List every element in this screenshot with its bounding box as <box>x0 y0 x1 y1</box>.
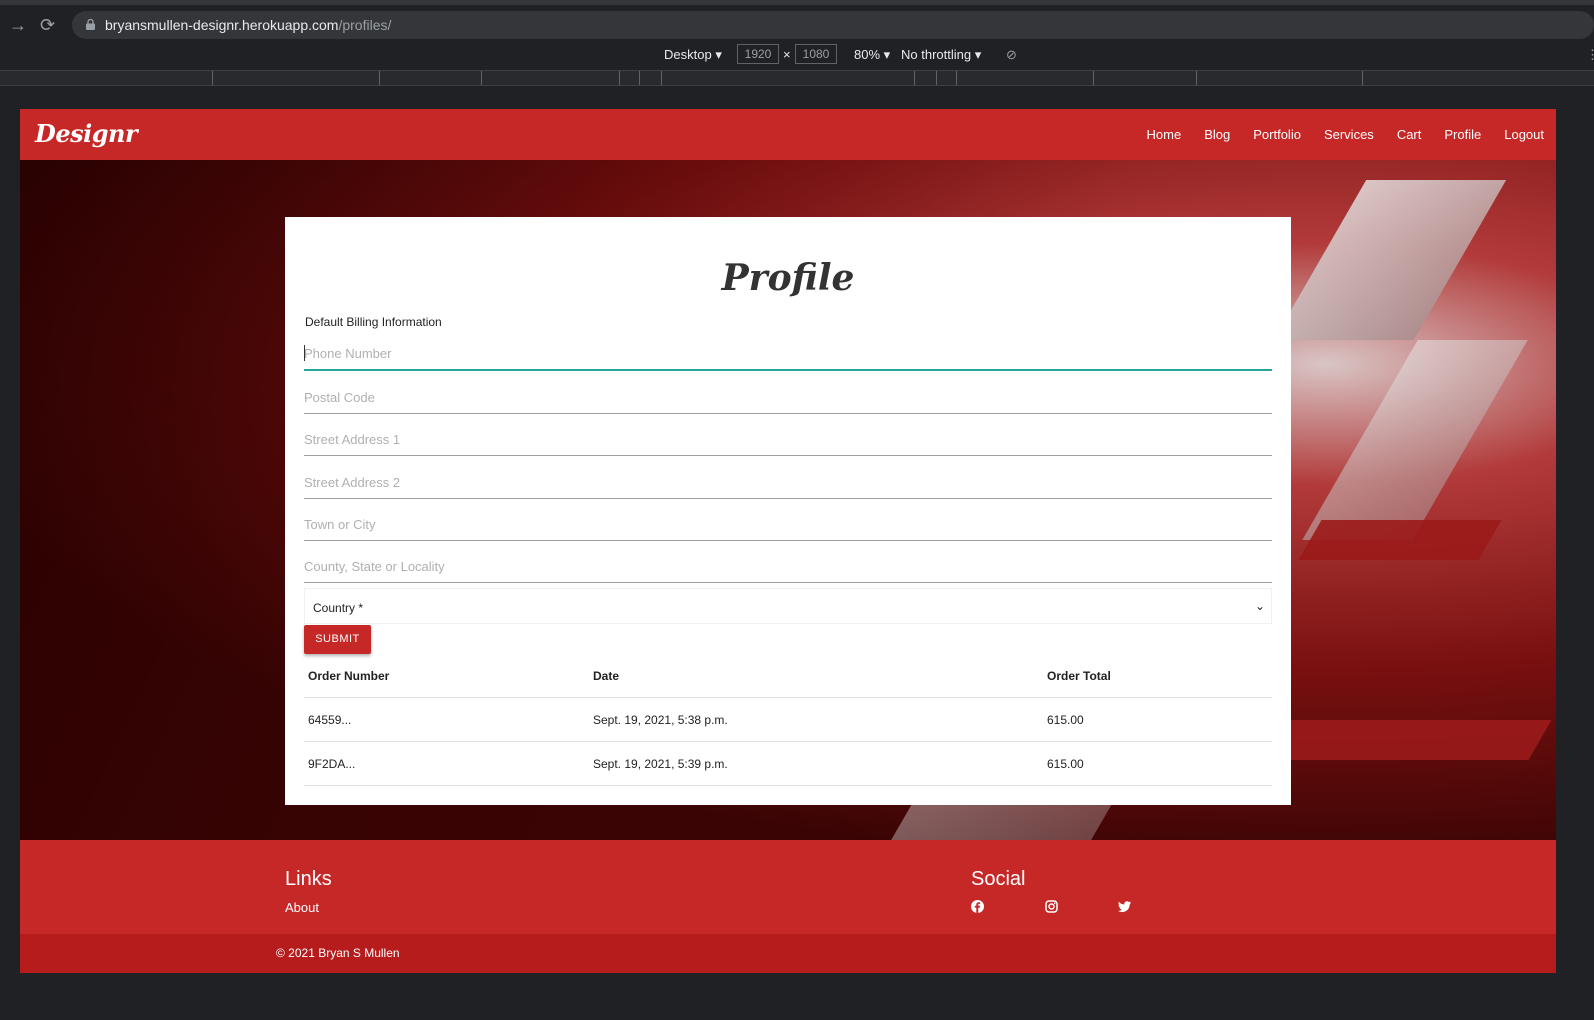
page-title: Profile <box>721 257 855 299</box>
nav-profile[interactable]: Profile <box>1444 127 1481 142</box>
profile-card: Profile Default Billing Information Phon… <box>285 217 1291 805</box>
site-viewport: Designr Home Blog Portfolio Services Car… <box>20 109 1556 973</box>
table-row: 9F2DA... Sept. 19, 2021, 5:39 p.m. 615.0… <box>304 742 1272 786</box>
url-text: bryansmullen-designr.herokuapp.com/profi… <box>105 17 392 33</box>
order-number-link[interactable]: 9F2DA... <box>308 757 355 771</box>
navbar: Designr Home Blog Portfolio Services Car… <box>20 109 1556 160</box>
orders-table: Order Number Date Order Total 64559... S… <box>304 654 1272 786</box>
times-icon: × <box>783 47 791 62</box>
county-state-input[interactable] <box>304 540 1272 582</box>
country-select-value: Country * <box>313 601 364 615</box>
address-bar[interactable]: bryansmullen-designr.herokuapp.com/profi… <box>72 11 1594 39</box>
billing-section-label: Default Billing Information <box>305 315 442 329</box>
nav-portfolio[interactable]: Portfolio <box>1253 127 1301 142</box>
postal-code-field[interactable] <box>304 371 1272 414</box>
copyright-text: © 2021 Bryan S Mullen <box>276 946 400 960</box>
header-order-total: Order Total <box>1047 669 1111 683</box>
table-header-row: Order Number Date Order Total <box>304 654 1272 698</box>
twitter-icon[interactable] <box>1118 900 1131 913</box>
street-address-2-field[interactable] <box>304 456 1272 499</box>
header-order-number: Order Number <box>308 669 390 683</box>
throttling-select[interactable]: No throttling ▾ <box>901 47 981 63</box>
nav-home[interactable]: Home <box>1147 127 1182 142</box>
country-select[interactable]: Country * ⌄ <box>304 588 1272 624</box>
footer: Links About Social <box>20 840 1556 934</box>
links-heading: Links <box>285 868 332 890</box>
browser-toolbar: → ⟳ bryansmullen-designr.herokuapp.com/p… <box>0 0 1594 40</box>
facebook-icon[interactable] <box>971 900 984 913</box>
device-toolbar: Desktop ▾ 1920 × 1080 80% ▾ No throttlin… <box>0 40 1594 70</box>
nav-logout[interactable]: Logout <box>1504 127 1544 142</box>
postal-code-input[interactable] <box>304 371 1272 413</box>
width-input[interactable]: 1920 <box>737 44 779 64</box>
county-state-field[interactable] <box>304 540 1272 583</box>
social-heading: Social <box>971 868 1026 890</box>
instagram-icon[interactable] <box>1045 900 1058 913</box>
site-logo[interactable]: Designr <box>35 119 138 148</box>
street-address-1-field[interactable] <box>304 413 1272 456</box>
order-date: Sept. 19, 2021, 5:38 p.m. <box>593 713 728 727</box>
order-total: 615.00 <box>1047 713 1084 727</box>
device-select[interactable]: Desktop ▾ <box>664 47 722 63</box>
footer-link-about[interactable]: About <box>285 900 319 915</box>
order-total: 615.00 <box>1047 757 1084 771</box>
nav-links: Home Blog Portfolio Services Cart Profil… <box>1124 127 1544 142</box>
media-query-ruler <box>0 70 1594 86</box>
nav-blog[interactable]: Blog <box>1204 127 1230 142</box>
hero-background: Profile Default Billing Information Phon… <box>20 160 1556 850</box>
lock-icon <box>86 19 95 30</box>
order-number-link[interactable]: 64559... <box>308 713 351 727</box>
more-icon[interactable]: ⋮ <box>1586 47 1594 63</box>
phone-number-input[interactable] <box>304 328 1272 369</box>
height-input[interactable]: 1080 <box>795 44 837 64</box>
town-city-field[interactable] <box>304 498 1272 541</box>
header-date: Date <box>593 669 620 683</box>
street-address-1-input[interactable] <box>304 413 1272 455</box>
rotate-icon[interactable]: ⊘ <box>1006 47 1017 63</box>
table-row: 64559... Sept. 19, 2021, 5:38 p.m. 615.0… <box>304 698 1272 742</box>
town-city-input[interactable] <box>304 498 1272 540</box>
zoom-select[interactable]: 80% ▾ <box>854 47 890 63</box>
street-address-2-input[interactable] <box>304 456 1272 498</box>
nav-cart[interactable]: Cart <box>1397 127 1422 142</box>
reload-icon[interactable]: ⟳ <box>40 15 55 35</box>
copyright-bar: © 2021 Bryan S Mullen <box>20 934 1556 973</box>
phone-number-field[interactable] <box>304 328 1272 371</box>
order-date: Sept. 19, 2021, 5:39 p.m. <box>593 757 728 771</box>
nav-services[interactable]: Services <box>1324 127 1374 142</box>
forward-icon[interactable]: → <box>9 15 27 35</box>
chevron-down-icon: ⌄ <box>1254 599 1265 613</box>
submit-button[interactable]: SUBMIT <box>304 625 371 654</box>
